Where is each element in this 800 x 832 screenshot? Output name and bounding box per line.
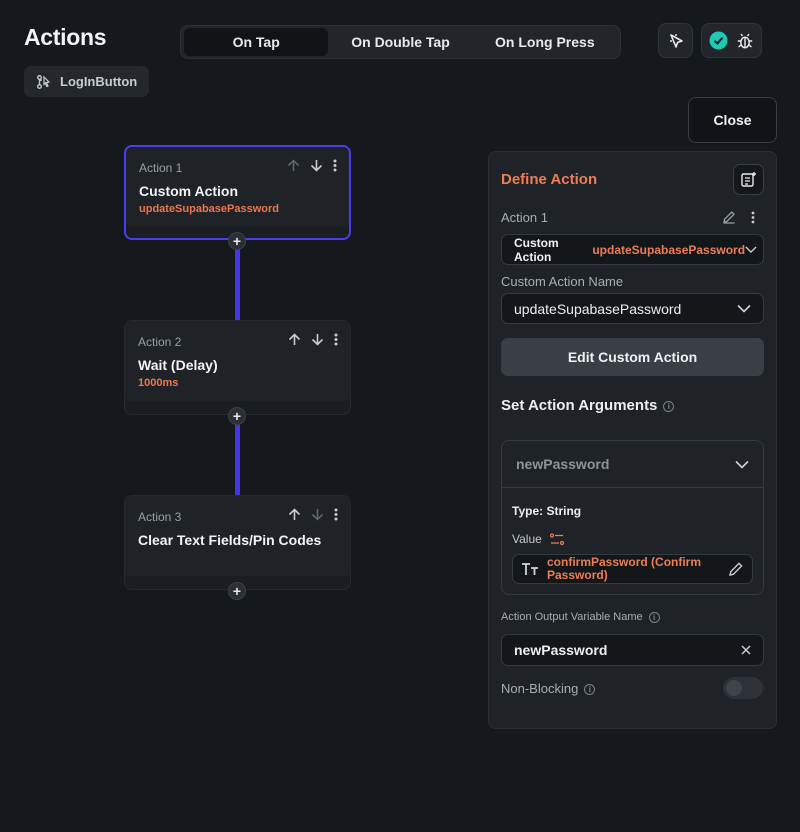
action-card-2[interactable]: Action 2 Wait (Delay) 1000ms [124, 320, 351, 415]
panel-title: Define Action [501, 171, 598, 188]
info-icon[interactable]: i [584, 684, 596, 696]
output-var-value: newPassword [514, 642, 608, 658]
custom-action-name-select[interactable]: updateSupabasePassword [501, 293, 764, 324]
arrow-up-icon[interactable] [288, 508, 301, 521]
ai-assist-button[interactable] [658, 23, 693, 58]
trigger-tabs: On Tap On Double Tap On Long Press [180, 25, 621, 59]
close-button[interactable]: Close [688, 97, 777, 143]
action-type-value: updateSupabasePassword [592, 242, 746, 257]
arrow-up-icon[interactable] [288, 333, 301, 346]
flow-connector [235, 249, 240, 321]
argument-header[interactable]: newPassword [502, 441, 763, 488]
action-card-1[interactable]: Action 1 Custom Action updateSupabasePas… [124, 145, 351, 240]
action-title: Clear Text Fields/Pin Codes [138, 532, 322, 548]
define-action-panel: Define Action Action 1 Custom Action upd… [488, 151, 777, 729]
more-vertical-icon[interactable] [751, 211, 755, 224]
action-card-3[interactable]: Action 3 Clear Text Fields/Pin Codes [124, 495, 351, 590]
value-label: Value [512, 532, 542, 546]
text-type-icon [522, 563, 538, 575]
value-row: Value [512, 532, 564, 546]
argument-value: confirmPassword (Confirm Password) [547, 555, 702, 582]
action-title: Wait (Delay) [138, 357, 218, 373]
arguments-heading-text: Set Action Arguments [501, 397, 658, 414]
arrow-down-icon[interactable] [311, 333, 324, 346]
output-var-label: Action Output Variable Name [501, 611, 643, 623]
arrow-down-icon[interactable] [310, 159, 323, 172]
chevron-down-icon [735, 460, 749, 469]
sparkle-cursor-icon [669, 33, 683, 48]
non-blocking-toggle[interactable] [723, 677, 763, 699]
page-title: Actions [24, 24, 107, 50]
arrow-down-icon[interactable] [311, 508, 324, 521]
more-vertical-icon[interactable] [334, 333, 338, 346]
arrow-up-icon[interactable] [287, 159, 300, 172]
non-blocking-label-row: Non-Blocking i [501, 681, 596, 696]
note-add-icon [741, 172, 756, 187]
branch-icon [37, 74, 51, 89]
chevron-down-icon [745, 246, 757, 254]
add-action-button[interactable]: + [228, 407, 246, 425]
argument-name: newPassword [516, 456, 610, 472]
argument-type: Type: String [512, 504, 582, 518]
chevron-down-icon [737, 304, 751, 313]
variable-icon[interactable] [549, 532, 564, 546]
add-action-button[interactable]: + [228, 582, 246, 600]
more-vertical-icon[interactable] [334, 508, 338, 521]
action-subtitle: updateSupabasePassword [139, 203, 279, 215]
more-vertical-icon[interactable] [333, 159, 337, 172]
pencil-icon[interactable] [722, 210, 736, 224]
output-var-input[interactable]: newPassword [501, 634, 764, 666]
output-var-label-row: Action Output Variable Name i [501, 611, 660, 623]
custom-action-name-value: updateSupabasePassword [514, 300, 682, 317]
action-type-select[interactable]: Custom Action updateSupabasePassword [501, 234, 764, 265]
tab-on-long-press[interactable]: On Long Press [473, 28, 617, 56]
edit-custom-action-button[interactable]: Edit Custom Action [501, 338, 764, 376]
check-circle-icon [709, 31, 728, 50]
widget-chip[interactable]: LogInButton [24, 66, 150, 97]
non-blocking-label: Non-Blocking [501, 681, 579, 696]
custom-action-name-label: Custom Action Name [501, 274, 624, 289]
action-title: Custom Action [139, 183, 239, 199]
clear-icon[interactable] [741, 645, 751, 655]
add-action-button[interactable]: + [228, 232, 246, 250]
bug-icon [737, 33, 753, 48]
info-icon[interactable]: i [663, 400, 675, 412]
debug-toggle-button[interactable] [701, 23, 762, 58]
tab-on-double-tap[interactable]: On Double Tap [328, 28, 472, 56]
action-library-button[interactable] [733, 164, 764, 195]
widget-name: LogInButton [60, 74, 138, 89]
info-icon[interactable]: i [648, 611, 660, 623]
action-type: Custom Action [514, 235, 559, 264]
flow-connector [235, 424, 240, 496]
action-number-label: Action 1 [501, 210, 548, 225]
pencil-icon[interactable] [728, 561, 744, 577]
action-subtitle: 1000ms [138, 377, 179, 389]
argument-card: newPassword Type: String Value confirmPa… [501, 440, 764, 595]
argument-value-field[interactable]: confirmPassword (Confirm Password) [512, 554, 753, 584]
arguments-heading: Set Action Arguments i [501, 397, 675, 414]
tab-on-tap[interactable]: On Tap [184, 28, 329, 56]
